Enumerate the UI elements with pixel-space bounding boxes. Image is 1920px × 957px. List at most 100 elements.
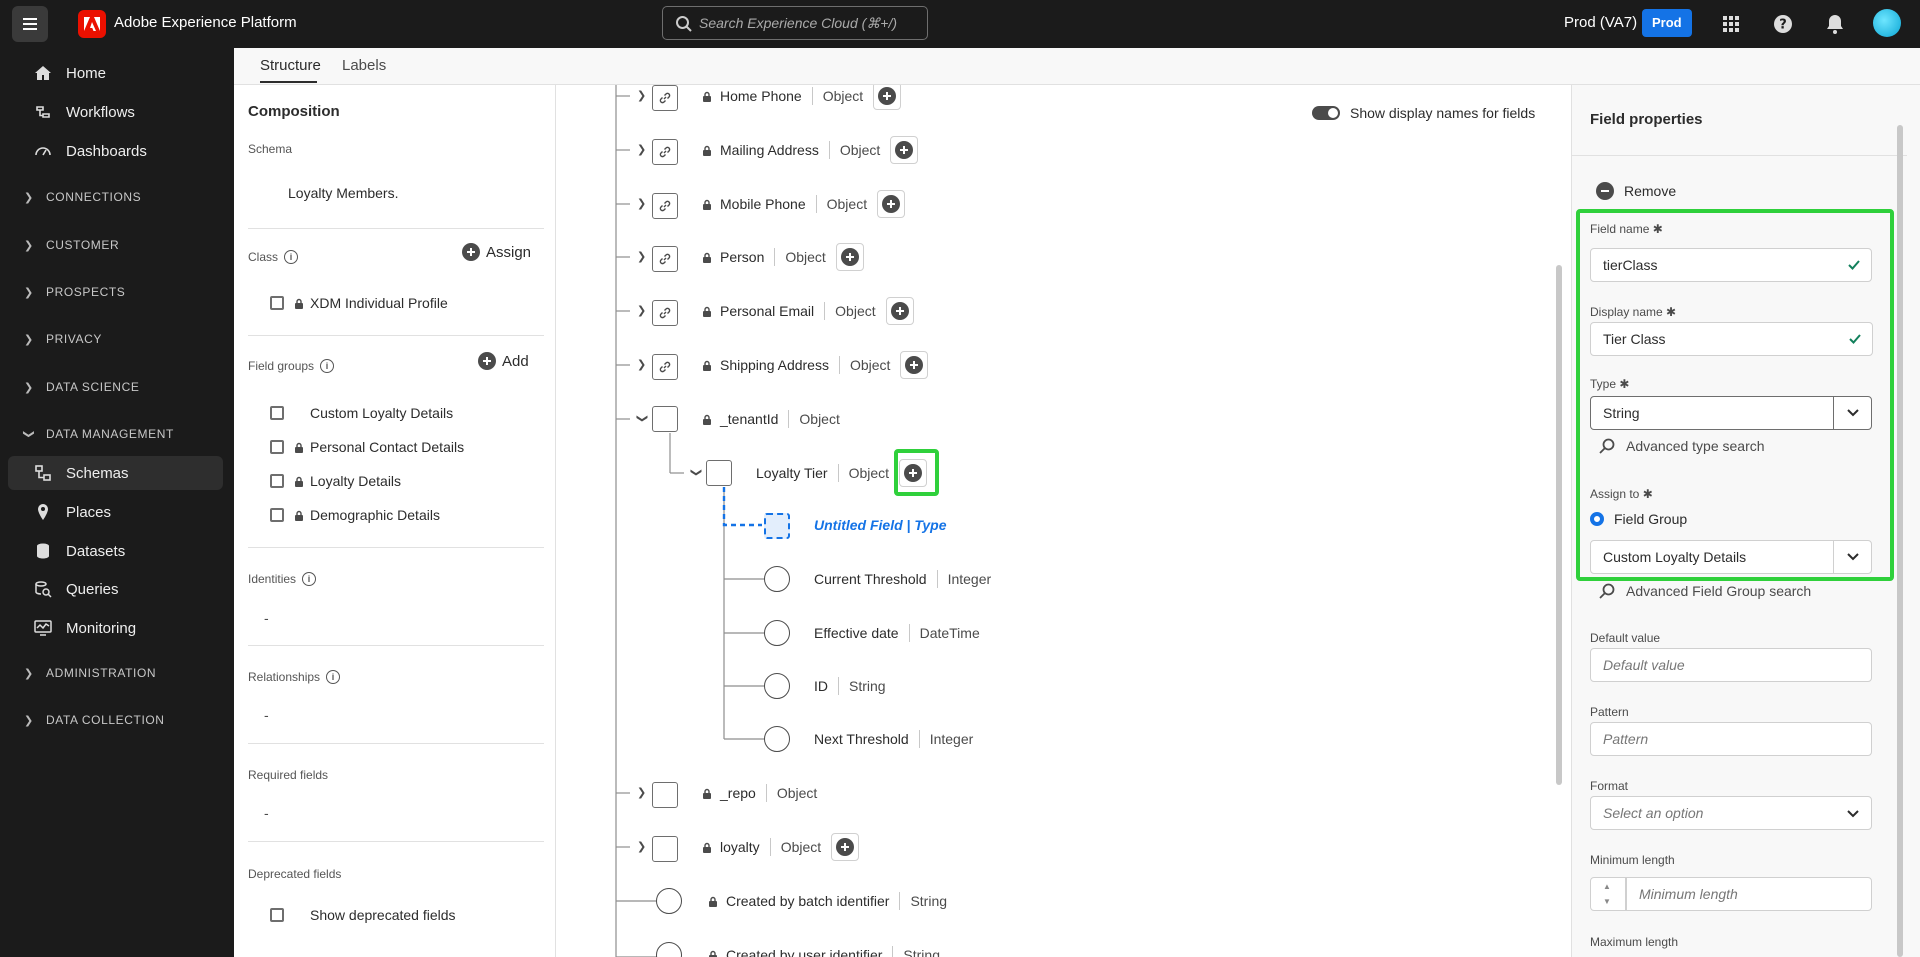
info-icon[interactable]: i (302, 572, 317, 586)
pattern-field[interactable] (1590, 722, 1872, 756)
add-field-button[interactable] (873, 85, 902, 110)
class-checkbox[interactable] (270, 296, 284, 310)
nav-item-schemas[interactable]: Schemas (8, 456, 223, 490)
apps-icon[interactable] (1719, 12, 1743, 36)
field-node-mobile-phone[interactable]: Mobile Phone Object (702, 187, 906, 221)
field-group-value[interactable] (1603, 541, 1833, 573)
nav-item-home[interactable]: Home (8, 56, 223, 90)
nav-item-dashboards[interactable]: Dashboards (8, 134, 223, 168)
info-icon[interactable]: i (320, 359, 335, 373)
product-name[interactable]: Adobe Experience Platform (114, 14, 297, 31)
field-node-loyalty[interactable]: loyalty Object (702, 830, 860, 864)
new-field-placeholder-icon[interactable] (764, 513, 790, 539)
display-name-input[interactable] (1603, 323, 1833, 355)
nav-section-prospects[interactable]: ❯ PROSPECTS (8, 277, 223, 307)
assign-class-button[interactable]: Assign (462, 243, 531, 261)
nav-item-queries[interactable]: Queries (8, 572, 223, 606)
assign-field-group-radio[interactable]: Field Group (1590, 511, 1687, 527)
nav-section-administration[interactable]: ❯ ADMINISTRATION (8, 658, 223, 688)
field-node-person[interactable]: Person Object (702, 240, 864, 274)
field-node-shipping-address[interactable]: Shipping Address Object (702, 348, 929, 382)
field-node-loyalty-tier[interactable]: Loyalty Tier Object (756, 456, 928, 490)
field-node-repo[interactable]: _repo Object (702, 776, 817, 810)
field-node-mailing-address[interactable]: Mailing Address Object (702, 133, 919, 167)
minimum-length-field[interactable] (1626, 877, 1872, 911)
info-icon[interactable]: i (326, 670, 341, 684)
advanced-field-group-search-link[interactable]: Advanced Field Group search (1598, 582, 1811, 600)
field-group-checkbox[interactable] (270, 406, 284, 420)
field-group-checkbox[interactable] (270, 440, 284, 454)
type-value[interactable] (1603, 397, 1833, 429)
expand-chevron-icon[interactable]: ❯ (637, 840, 646, 853)
menu-toggle-button[interactable] (12, 6, 48, 42)
field-node-home-phone[interactable]: Home Phone Object (702, 85, 902, 113)
expand-chevron-icon[interactable]: ❯ (637, 197, 646, 210)
field-group-dropdown-button[interactable] (1833, 541, 1871, 573)
pattern-input[interactable] (1603, 723, 1833, 755)
field-group-item[interactable]: Loyalty Details (270, 473, 401, 489)
nav-section-data-collection[interactable]: ❯ DATA COLLECTION (8, 705, 223, 735)
nav-item-datasets[interactable]: Datasets (8, 534, 223, 568)
field-name-field[interactable] (1590, 248, 1872, 282)
stepper-down-icon[interactable]: ▼ (1603, 897, 1611, 906)
nav-item-workflows[interactable]: Workflows (8, 95, 223, 129)
schema-name[interactable]: Loyalty Members. (288, 185, 398, 201)
object-node-icon[interactable] (652, 406, 678, 432)
user-avatar[interactable] (1873, 9, 1901, 37)
tab-labels[interactable]: Labels (342, 57, 386, 74)
field-node-icon[interactable] (656, 888, 682, 914)
field-node-created-by-user[interactable]: Created by user identifier String (708, 938, 940, 957)
object-node-icon[interactable] (652, 296, 682, 326)
nav-section-customer[interactable]: ❯ CUSTOMER (8, 230, 223, 260)
remove-field-button[interactable]: Remove (1596, 182, 1676, 200)
show-deprecated-toggle[interactable]: Show deprecated fields (270, 907, 456, 923)
field-group-item[interactable]: Custom Loyalty Details (270, 405, 453, 421)
nav-section-connections[interactable]: ❯ CONNECTIONS (8, 182, 223, 212)
format-input[interactable] (1603, 797, 1833, 829)
canvas-scrollbar[interactable] (1556, 265, 1562, 785)
expand-chevron-icon[interactable]: ❯ (637, 304, 646, 317)
field-node-personal-email[interactable]: Personal Email Object (702, 294, 914, 328)
properties-scrollbar[interactable] (1897, 125, 1903, 957)
field-node-tenant-id[interactable]: _tenantId Object (702, 402, 840, 436)
field-group-item[interactable]: Demographic Details (270, 507, 440, 523)
add-field-button[interactable] (877, 190, 906, 218)
type-dropdown-button[interactable] (1833, 397, 1871, 429)
field-group-select[interactable] (1590, 540, 1872, 574)
field-node-created-by-batch[interactable]: Created by batch identifier String (708, 884, 947, 918)
adobe-logo[interactable] (78, 10, 106, 38)
info-icon[interactable]: i (284, 250, 299, 264)
field-node-current-threshold[interactable]: Current Threshold Integer (814, 562, 991, 596)
collapse-chevron-icon[interactable]: ❯ (636, 414, 649, 423)
type-select[interactable] (1590, 396, 1872, 430)
field-node-icon[interactable] (764, 566, 790, 592)
expand-chevron-icon[interactable]: ❯ (637, 89, 646, 102)
help-icon[interactable]: ? (1771, 12, 1795, 36)
nav-item-monitoring[interactable]: Monitoring (8, 611, 223, 645)
nav-section-privacy[interactable]: ❯ PRIVACY (8, 324, 223, 354)
nav-section-data-science[interactable]: ❯ DATA SCIENCE (8, 372, 223, 402)
default-value-field[interactable] (1590, 648, 1872, 682)
radio-selected-icon[interactable] (1590, 512, 1604, 526)
add-field-group-button[interactable]: Add (478, 352, 529, 370)
field-node-icon[interactable] (764, 673, 790, 699)
add-field-button[interactable] (831, 833, 860, 861)
object-node-icon[interactable] (652, 350, 682, 380)
untitled-field[interactable]: Untitled Field | Type (814, 517, 947, 533)
show-deprecated-checkbox[interactable] (270, 908, 284, 922)
collapse-chevron-icon[interactable]: ❯ (690, 468, 703, 477)
object-node-icon[interactable] (652, 832, 682, 862)
expand-chevron-icon[interactable]: ❯ (637, 250, 646, 263)
tab-structure[interactable]: Structure (260, 57, 321, 74)
field-group-checkbox[interactable] (270, 474, 284, 488)
field-name-input[interactable] (1603, 249, 1833, 281)
field-node-id[interactable]: ID String (814, 669, 886, 703)
stepper-up-icon[interactable]: ▲ (1603, 882, 1611, 891)
object-node-icon[interactable] (652, 242, 682, 272)
expand-chevron-icon[interactable]: ❯ (637, 143, 646, 156)
object-node-icon[interactable] (652, 85, 682, 111)
default-value-input[interactable] (1603, 649, 1833, 681)
field-node-icon[interactable] (764, 620, 790, 646)
show-display-names-toggle[interactable]: Show display names for fields (1312, 105, 1535, 121)
minimum-length-input[interactable] (1639, 878, 1869, 910)
